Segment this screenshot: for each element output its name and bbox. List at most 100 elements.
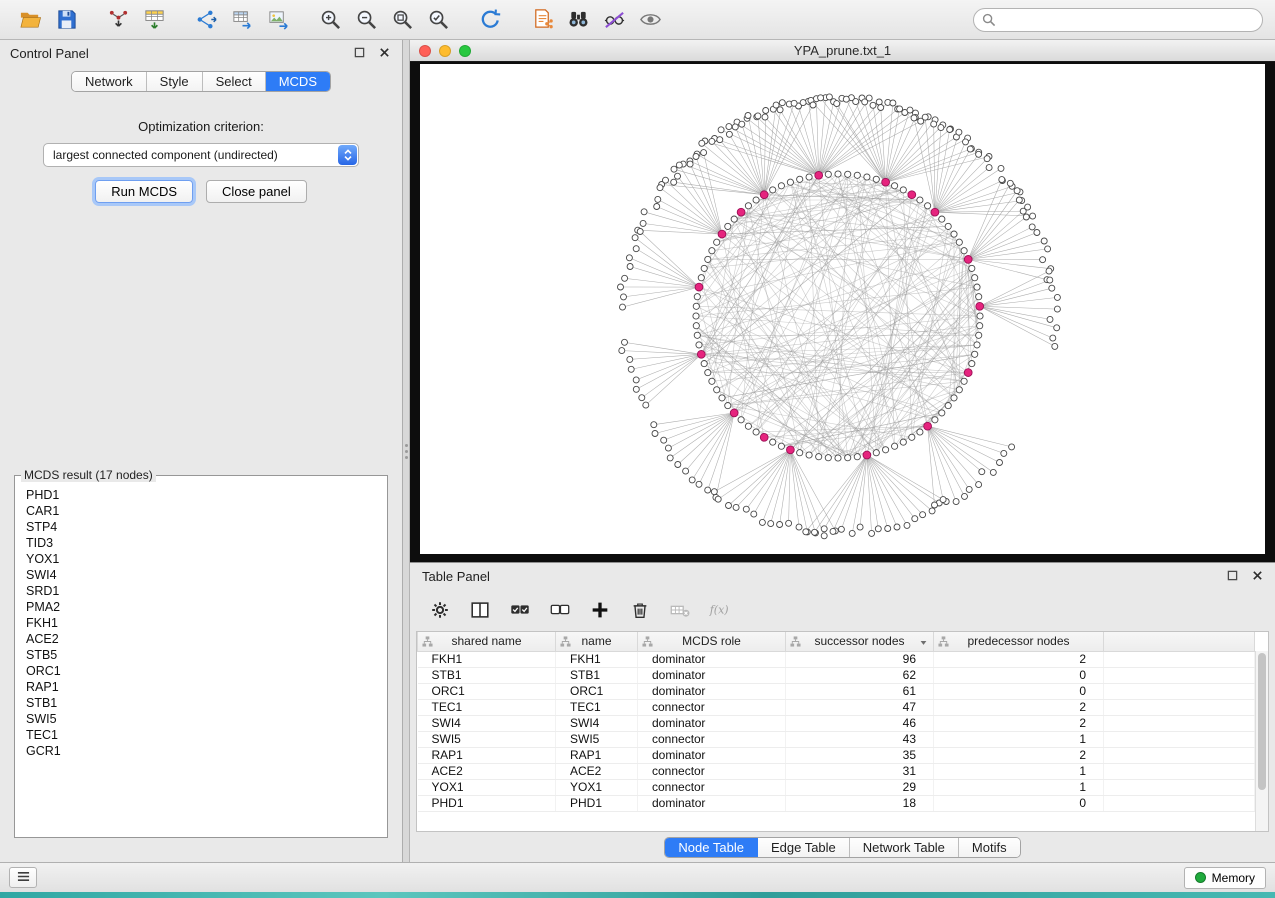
first-neighbors-button[interactable] [560, 5, 596, 35]
cell-name[interactable]: SWI4 [556, 715, 638, 731]
cell-successor-nodes[interactable]: 62 [786, 667, 934, 683]
cell-mcds-role[interactable]: dominator [638, 747, 786, 763]
cell-shared-name[interactable]: YOX1 [418, 779, 556, 795]
result-item[interactable]: STP4 [26, 519, 376, 535]
float-panel-button[interactable] [351, 45, 367, 61]
table-close-button[interactable] [1249, 568, 1265, 584]
result-item[interactable]: FKH1 [26, 615, 376, 631]
cell-predecessor-nodes[interactable]: 1 [934, 731, 1104, 747]
column-header-name[interactable]: name [556, 632, 638, 651]
cell-successor-nodes[interactable]: 61 [786, 683, 934, 699]
column-header-predecessor-nodes[interactable]: predecessor nodes [934, 632, 1104, 651]
table-row[interactable]: PHD1PHD1dominator180 [418, 795, 1255, 811]
result-item[interactable]: ORC1 [26, 663, 376, 679]
cell-successor-nodes[interactable]: 96 [786, 651, 934, 667]
export-table-button[interactable] [224, 5, 260, 35]
cell-successor-nodes[interactable]: 47 [786, 699, 934, 715]
settings-button[interactable] [424, 595, 456, 625]
import-table-button[interactable] [136, 5, 172, 35]
delete-row-button[interactable] [624, 595, 656, 625]
cell-shared-name[interactable]: ORC1 [418, 683, 556, 699]
table-scrollbar[interactable] [1255, 651, 1268, 831]
cell-mcds-role[interactable]: dominator [638, 795, 786, 811]
function-button[interactable]: f(x) [704, 595, 736, 625]
cell-predecessor-nodes[interactable]: 2 [934, 715, 1104, 731]
zoom-selected-button[interactable] [420, 5, 456, 35]
cell-name[interactable]: ACE2 [556, 763, 638, 779]
result-item[interactable]: SWI5 [26, 711, 376, 727]
cell-shared-name[interactable]: PHD1 [418, 795, 556, 811]
cell-predecessor-nodes[interactable]: 1 [934, 779, 1104, 795]
column-header-successor-nodes[interactable]: successor nodes [786, 632, 934, 651]
zoom-out-button[interactable] [348, 5, 384, 35]
cell-predecessor-nodes[interactable]: 0 [934, 667, 1104, 683]
tab-select[interactable]: Select [203, 72, 266, 91]
panel-splitter[interactable] [403, 40, 410, 862]
close-panel-button[interactable] [376, 45, 392, 61]
result-item[interactable]: SWI4 [26, 567, 376, 583]
close-window-icon[interactable] [419, 45, 431, 57]
cell-name[interactable]: TEC1 [556, 699, 638, 715]
memory-button[interactable]: Memory [1184, 867, 1266, 889]
result-item[interactable]: PMA2 [26, 599, 376, 615]
export-network-button[interactable] [188, 5, 224, 35]
tab-edge-table[interactable]: Edge Table [758, 838, 850, 857]
cell-predecessor-nodes[interactable]: 2 [934, 699, 1104, 715]
cell-successor-nodes[interactable]: 35 [786, 747, 934, 763]
cell-predecessor-nodes[interactable]: 2 [934, 651, 1104, 667]
table-row[interactable]: RAP1RAP1dominator352 [418, 747, 1255, 763]
clear-table-button[interactable] [664, 595, 696, 625]
cell-mcds-role[interactable]: connector [638, 763, 786, 779]
tab-network[interactable]: Network [72, 72, 147, 91]
cell-shared-name[interactable]: FKH1 [418, 651, 556, 667]
cell-name[interactable]: PHD1 [556, 795, 638, 811]
scrollbar-thumb[interactable] [1258, 653, 1266, 790]
import-network-button[interactable] [100, 5, 136, 35]
cell-mcds-role[interactable]: dominator [638, 715, 786, 731]
cell-shared-name[interactable]: SWI4 [418, 715, 556, 731]
open-file-button[interactable] [12, 5, 48, 35]
table-row[interactable]: SWI5SWI5connector431 [418, 731, 1255, 747]
cell-shared-name[interactable]: ACE2 [418, 763, 556, 779]
select-all-button[interactable] [504, 595, 536, 625]
result-item[interactable]: STB5 [26, 647, 376, 663]
cell-name[interactable]: SWI5 [556, 731, 638, 747]
table-row[interactable]: FKH1FKH1dominator962 [418, 651, 1255, 667]
cell-successor-nodes[interactable]: 18 [786, 795, 934, 811]
cell-predecessor-nodes[interactable]: 1 [934, 763, 1104, 779]
cell-name[interactable]: FKH1 [556, 651, 638, 667]
network-graph[interactable] [420, 64, 1265, 554]
table-row[interactable]: YOX1YOX1connector291 [418, 779, 1255, 795]
cell-mcds-role[interactable]: dominator [638, 683, 786, 699]
cell-shared-name[interactable]: TEC1 [418, 699, 556, 715]
close-panel-action-button[interactable]: Close panel [206, 180, 307, 203]
cell-mcds-role[interactable]: connector [638, 699, 786, 715]
unselect-all-button[interactable] [544, 595, 576, 625]
result-item[interactable]: YOX1 [26, 551, 376, 567]
optimization-criterion-select[interactable]: largest connected component (undirected) [43, 143, 359, 167]
show-panels-button[interactable] [9, 867, 37, 888]
cell-name[interactable]: RAP1 [556, 747, 638, 763]
cell-predecessor-nodes[interactable]: 2 [934, 747, 1104, 763]
export-image-button[interactable] [260, 5, 296, 35]
cell-successor-nodes[interactable]: 43 [786, 731, 934, 747]
cell-predecessor-nodes[interactable]: 0 [934, 795, 1104, 811]
apply-layout-button[interactable] [472, 5, 508, 35]
zoom-window-icon[interactable] [459, 45, 471, 57]
cell-successor-nodes[interactable]: 46 [786, 715, 934, 731]
table-row[interactable]: ORC1ORC1dominator610 [418, 683, 1255, 699]
result-item[interactable]: PHD1 [26, 487, 376, 503]
cell-name[interactable]: YOX1 [556, 779, 638, 795]
tab-network-table[interactable]: Network Table [850, 838, 959, 857]
table-float-button[interactable] [1224, 568, 1240, 584]
run-mcds-button[interactable]: Run MCDS [95, 180, 193, 203]
cell-mcds-role[interactable]: dominator [638, 667, 786, 683]
add-row-button[interactable] [584, 595, 616, 625]
tab-node-table[interactable]: Node Table [665, 838, 758, 857]
result-item[interactable]: CAR1 [26, 503, 376, 519]
search-input[interactable] [973, 8, 1263, 32]
cell-successor-nodes[interactable]: 29 [786, 779, 934, 795]
result-item[interactable]: TID3 [26, 535, 376, 551]
manage-networks-button[interactable] [524, 5, 560, 35]
result-item[interactable]: GCR1 [26, 743, 376, 759]
